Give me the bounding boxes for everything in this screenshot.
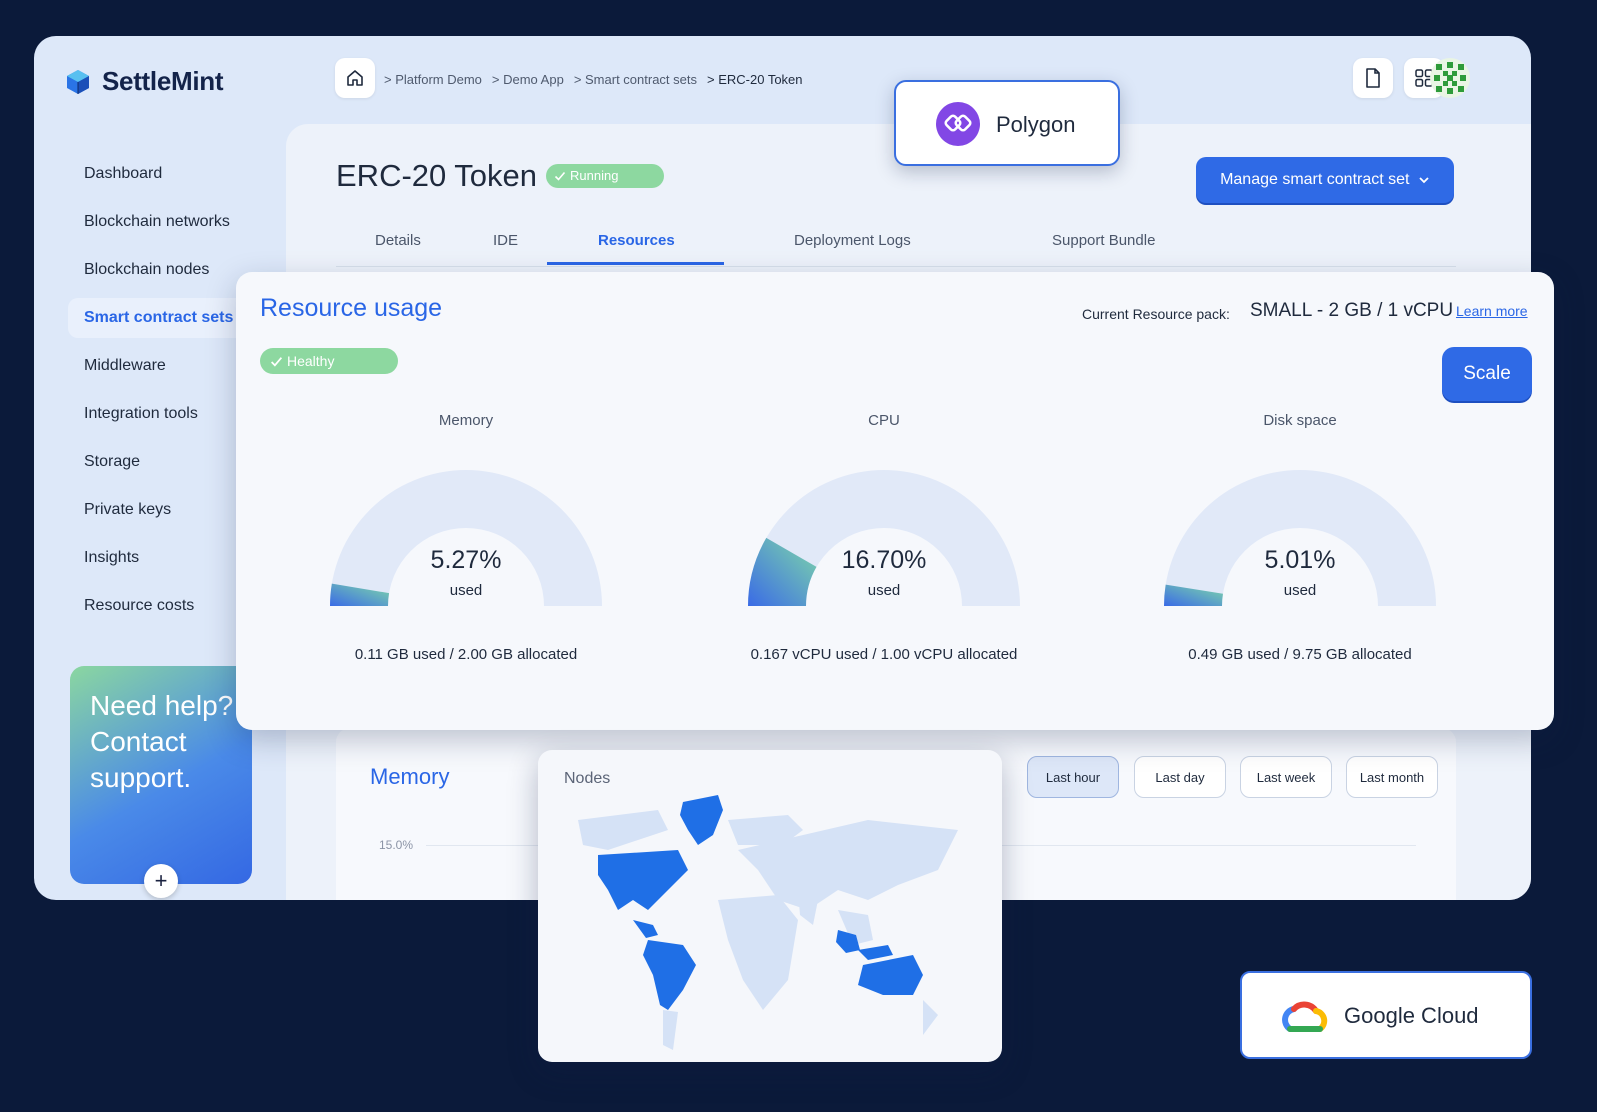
gauge-used-label: used <box>1283 582 1317 599</box>
range-last-hour-button[interactable]: Last hour <box>1027 756 1119 798</box>
tab-bar: Details IDE Resources Deployment Logs Su… <box>336 226 1456 267</box>
health-badge: Healthy <box>260 348 398 374</box>
sidebar-item-resource-costs[interactable]: Resource costs <box>68 586 248 626</box>
tab-resources[interactable]: Resources <box>598 232 675 249</box>
disk-space-gauge: Disk space 5.01% used 0.49 GB used / 9.7… <box>1150 412 1450 663</box>
home-icon <box>347 70 363 86</box>
help-card[interactable]: Need help? Contact support. + <box>70 666 252 898</box>
gauge-used-label: used <box>867 582 901 599</box>
status-label: Running <box>570 168 619 183</box>
nodes-map-card: Nodes <box>538 750 1002 1062</box>
sidebar-item-storage[interactable]: Storage <box>68 442 248 482</box>
sidebar-item-dashboard[interactable]: Dashboard <box>68 154 248 194</box>
document-icon <box>1366 68 1380 88</box>
tab-details[interactable]: Details <box>375 232 421 249</box>
gauge-percent: 5.01% <box>1264 546 1336 574</box>
tab-support-bundle[interactable]: Support Bundle <box>1052 232 1155 249</box>
google-cloud-card[interactable]: Google Cloud <box>1240 971 1532 1059</box>
breadcrumb-erc20-token: > ERC-20 Token <box>707 72 803 87</box>
gauge-percent: 16.70% <box>841 546 927 574</box>
gauge-allocation: 0.11 GB used / 2.00 GB allocated <box>354 646 578 663</box>
chevron-down-icon <box>1419 177 1429 184</box>
range-last-day-button[interactable]: Last day <box>1134 756 1226 798</box>
home-button[interactable] <box>335 58 375 98</box>
resource-pack-value: SMALL - 2 GB / 1 vCPU <box>1250 300 1454 321</box>
range-last-week-button[interactable]: Last week <box>1240 756 1332 798</box>
gauge-allocation: 0.49 GB used / 9.75 GB allocated <box>1188 646 1412 663</box>
memory-gauge: Memory 5.27% used 0.11 GB used / 2.00 GB… <box>316 412 616 663</box>
documentation-button[interactable] <box>1353 58 1393 98</box>
gauge-used-label: used <box>449 582 483 599</box>
active-tab-indicator <box>547 262 724 265</box>
google-cloud-logo-icon <box>1282 1001 1328 1032</box>
memory-chart-title: Memory <box>370 764 450 789</box>
breadcrumb-smart-contract-sets[interactable]: > Smart contract sets <box>574 72 697 87</box>
learn-more-link[interactable]: Learn more <box>1456 303 1528 319</box>
gauge-allocation: 0.167 vCPU used / 1.00 vCPU allocated <box>750 646 1018 663</box>
sidebar-item-middleware[interactable]: Middleware <box>68 346 248 386</box>
settlemint-logo[interactable]: SettleMint <box>64 66 224 97</box>
help-text: Need help? Contact support. <box>90 690 234 793</box>
gauge-label: Disk space <box>1263 412 1337 429</box>
sidebar-item-blockchain-nodes[interactable]: Blockchain nodes <box>68 250 248 290</box>
gauge-percent: 5.27% <box>430 546 502 574</box>
check-icon <box>271 356 283 367</box>
sidebar-item-private-keys[interactable]: Private keys <box>68 490 248 530</box>
health-label: Healthy <box>287 353 335 369</box>
sidebar-item-blockchain-networks[interactable]: Blockchain networks <box>68 202 248 242</box>
range-last-month-button[interactable]: Last month <box>1346 756 1438 798</box>
status-badge: Running <box>546 164 664 188</box>
google-cloud-label: Google Cloud <box>1344 1003 1479 1028</box>
breadcrumb-demo-app[interactable]: > Demo App <box>492 72 564 87</box>
avatar[interactable] <box>1430 58 1470 98</box>
plus-icon[interactable]: + <box>144 864 178 898</box>
y-tick-label: 15.0% <box>379 838 414 852</box>
breadcrumb: > Platform Demo > Demo App > Smart contr… <box>384 72 803 87</box>
polygon-label: Polygon <box>996 112 1076 137</box>
scale-button[interactable]: Scale <box>1442 347 1532 401</box>
avatar-pattern-icon <box>1430 58 1470 98</box>
gauge-label: CPU <box>868 412 900 429</box>
check-icon <box>554 171 566 181</box>
resource-pack-label: Current Resource pack: <box>1082 306 1230 322</box>
world-map <box>578 795 958 1050</box>
breadcrumb-platform-demo[interactable]: > Platform Demo <box>384 72 482 87</box>
tab-ide[interactable]: IDE <box>493 232 518 249</box>
settlemint-logo-icon <box>67 69 89 94</box>
sidebar-item-insights[interactable]: Insights <box>68 538 248 578</box>
polygon-logo-icon <box>936 102 980 146</box>
cpu-gauge: CPU 16.70% used 0.167 vCPU used / 1.00 v… <box>734 412 1034 663</box>
resource-usage-card: Resource usage Current Resource pack: SM… <box>236 272 1554 730</box>
logo-text: SettleMint <box>102 66 224 96</box>
map-base-regions <box>578 810 958 1050</box>
gauge-label: Memory <box>438 412 494 429</box>
polygon-card[interactable]: Polygon <box>894 80 1120 166</box>
resource-usage-title: Resource usage <box>260 294 443 322</box>
sidebar-item-integration-tools[interactable]: Integration tools <box>68 394 248 434</box>
tab-deployment-logs[interactable]: Deployment Logs <box>794 232 911 249</box>
manage-smart-contract-set-button[interactable]: Manage smart contract set <box>1196 157 1454 203</box>
page-title: ERC-20 Token <box>336 158 538 193</box>
manage-button-label: Manage smart contract set <box>1220 171 1410 188</box>
sidebar: Dashboard Blockchain networks Blockchain… <box>68 154 274 634</box>
